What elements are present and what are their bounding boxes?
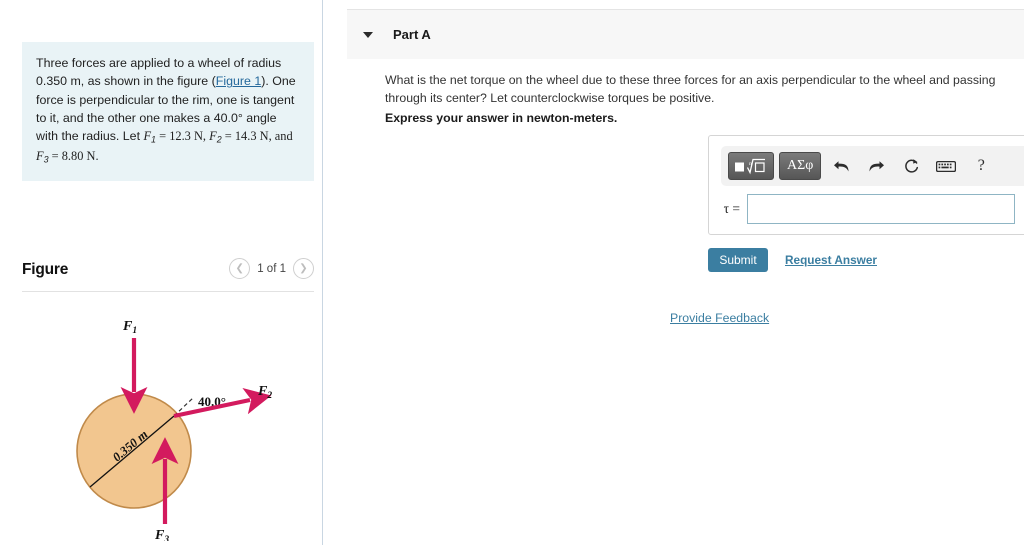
help-icon[interactable]: ? (966, 152, 996, 180)
force-1-value: = 12.3 N, (156, 129, 210, 144)
figure-title: Figure (22, 261, 69, 278)
figure-pager: ❮ 1 of 1 ❯ (229, 258, 314, 279)
force-2-value: = 14.3 N, and (221, 129, 293, 144)
figure-pager-label: 1 of 1 (257, 262, 286, 275)
figure-header: Figure ❮ 1 of 1 ❯ (22, 258, 314, 290)
answer-widget: n ΑΣφ ? τ = (708, 135, 1024, 235)
provide-feedback-link[interactable]: Provide Feedback (670, 311, 769, 325)
problem-statement-box: Three forces are applied to a wheel of r… (22, 42, 314, 181)
keyboard-icon[interactable] (931, 152, 961, 180)
figure-divider (22, 291, 314, 292)
chevron-left-icon[interactable]: ❮ (229, 258, 251, 279)
problem-line-5-lead: radius. Let (82, 129, 144, 144)
answer-instruction: Express your answer in newton-meters. (385, 111, 618, 125)
answer-toolbar: n ΑΣφ ? (721, 146, 1024, 186)
answer-input-row: τ = N · m (709, 194, 1024, 224)
undo-arrow-icon[interactable] (826, 152, 856, 180)
svg-text:n: n (749, 161, 752, 167)
tau-label: τ = (723, 201, 740, 216)
force-2-label: F2 (257, 384, 272, 401)
answer-input[interactable] (747, 194, 1015, 224)
wheel-force-diagram: 0.350 m 40.0° F1 F2 F3 (76, 319, 272, 541)
force-1-label: F1 (122, 319, 137, 336)
reset-circular-arrow-icon[interactable] (896, 152, 926, 180)
problem-line-2a: 0.350 m, as shown in the figure ( (36, 74, 216, 89)
part-a-header[interactable]: Part A (347, 10, 1024, 59)
chevron-right-icon[interactable]: ❯ (293, 258, 314, 279)
left-panel: Three forces are applied to a wheel of r… (0, 0, 322, 545)
force-1-symbol: F (143, 129, 152, 144)
request-answer-link[interactable]: Request Answer (785, 253, 877, 267)
problem-line-2b: ). One (261, 74, 296, 89)
redo-arrow-icon[interactable] (861, 152, 891, 180)
problem-line-1: Three forces are applied to a wheel of r… (36, 56, 282, 70)
caret-down-icon[interactable] (363, 31, 373, 38)
submit-button[interactable]: Submit (708, 248, 768, 272)
question-text: What is the net torque on the wheel due … (385, 73, 996, 105)
part-a-title: Part A (393, 27, 431, 42)
math-template-icon[interactable]: n (728, 152, 774, 180)
force-3-symbol: F (36, 149, 44, 164)
right-panel: Part A What is the net torque on the whe… (323, 0, 1024, 545)
figure-1-link[interactable]: Figure 1 (216, 74, 261, 88)
force-3-value: = 8.80 N. (48, 149, 99, 164)
problem-page: Three forces are applied to a wheel of r… (0, 0, 1024, 545)
force-3-label: F3 (154, 528, 169, 541)
greek-symbols-button[interactable]: ΑΣφ (779, 152, 822, 180)
force-2-symbol: F (209, 129, 217, 144)
